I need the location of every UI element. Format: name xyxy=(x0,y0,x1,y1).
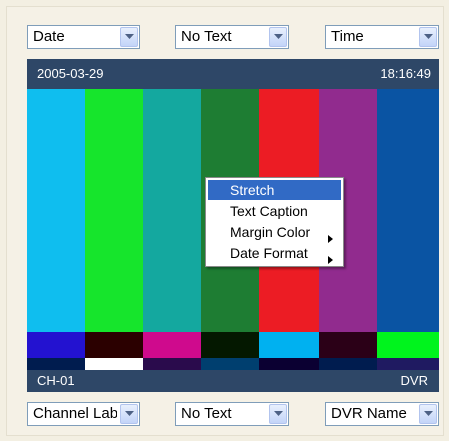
color-bar-top-2 xyxy=(85,89,143,332)
bottom-center-overlay-select[interactable]: No Text xyxy=(175,402,289,426)
bottom-left-overlay-select[interactable]: Channel Lab xyxy=(27,402,140,426)
color-bar-top-3 xyxy=(143,89,201,332)
color-bar-middle-1 xyxy=(27,332,85,358)
color-bar-top-7 xyxy=(377,89,439,332)
menu-item-label: Text Caption xyxy=(230,203,308,219)
top-left-overlay-select[interactable]: Date xyxy=(27,25,140,49)
menu-item-label: Margin Color xyxy=(230,224,311,240)
chevron-down-icon[interactable] xyxy=(120,27,138,47)
color-bar-middle-2 xyxy=(85,332,143,358)
preview-dvr-text: DVR xyxy=(400,373,428,388)
color-bar-top-1 xyxy=(27,89,85,332)
menu-item-margin-color[interactable]: Margin Color xyxy=(208,222,341,243)
bottom-left-overlay-value: Channel Lab xyxy=(33,405,117,422)
top-right-overlay-select[interactable]: Time xyxy=(325,25,439,49)
menu-item-text-caption[interactable]: Text Caption xyxy=(208,201,341,221)
chevron-down-icon[interactable] xyxy=(269,27,287,47)
submenu-arrow-icon xyxy=(328,249,333,269)
menu-item-stretch[interactable]: Stretch xyxy=(208,180,341,200)
context-menu: Stretch Text Caption Margin Color Date Form… xyxy=(205,177,344,267)
top-left-overlay-value: Date xyxy=(33,28,65,45)
top-right-overlay-value: Time xyxy=(331,28,364,45)
top-center-overlay-value: No Text xyxy=(181,28,232,45)
preview-time-text: 18:16:49 xyxy=(380,66,431,81)
chevron-down-icon[interactable] xyxy=(120,404,138,424)
preview-date-text: 2005-03-29 xyxy=(37,66,104,81)
color-bar-middle-7 xyxy=(377,332,439,358)
chevron-down-icon[interactable] xyxy=(419,404,437,424)
color-bar-middle-6 xyxy=(319,332,377,358)
chevron-down-icon[interactable] xyxy=(269,404,287,424)
chevron-down-icon[interactable] xyxy=(419,27,437,47)
preview-channel-text: CH-01 xyxy=(37,373,75,388)
bottom-center-overlay-value: No Text xyxy=(181,405,232,422)
top-center-overlay-select[interactable]: No Text xyxy=(175,25,289,49)
color-bar-middle-3 xyxy=(143,332,201,358)
bottom-right-overlay-value: DVR Name xyxy=(331,405,407,422)
preview-top-bar: 2005-03-29 18:16:49 xyxy=(27,59,439,89)
color-bar-middle-4 xyxy=(201,332,259,358)
menu-item-date-format[interactable]: Date Format xyxy=(208,243,341,264)
menu-item-label: Stretch xyxy=(230,182,275,198)
menu-item-label: Date Format xyxy=(230,245,308,261)
preview-bottom-bar: CH-01 DVR xyxy=(27,370,439,392)
bottom-right-overlay-select[interactable]: DVR Name xyxy=(325,402,439,426)
color-bar-middle-5 xyxy=(259,332,319,358)
